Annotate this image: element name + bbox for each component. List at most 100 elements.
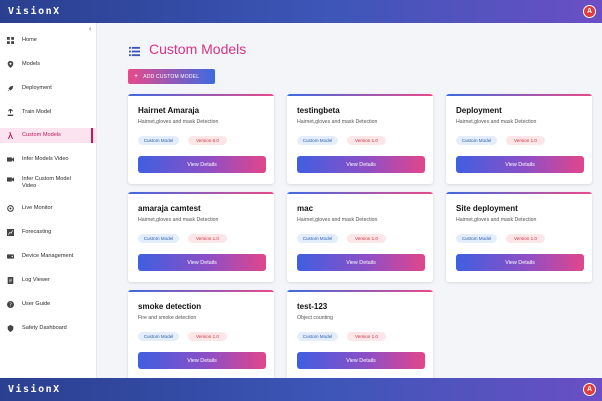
card-title: Site deployment [456, 204, 518, 213]
view-details-button[interactable]: View Details [138, 156, 266, 173]
sidebar-item-label: Live Monitor [22, 205, 53, 211]
sidebar-item-label: Deployment [22, 85, 52, 91]
card-description: Hairnet,gloves and mask Detection [138, 217, 219, 223]
model-type-badge: Custom Model [456, 136, 497, 145]
sidebar-item-label: User Guide [22, 301, 51, 307]
card-title: smoke detection [138, 302, 202, 311]
chart-icon [7, 229, 14, 236]
version-badge: Version 1.0 [347, 136, 386, 145]
view-details-button[interactable]: View Details [297, 254, 425, 271]
sidebar-item-label: Custom Models [22, 132, 61, 138]
version-badge: Version 6.0 [188, 136, 227, 145]
sidebar-item-deployment[interactable]: Deployment [0, 85, 97, 92]
view-details-button[interactable]: View Details [138, 254, 266, 271]
sidebar-item-device-management[interactable]: Device Management [0, 253, 97, 260]
sidebar-item-home[interactable]: Home [0, 37, 97, 44]
card-description: Fire and smoke detection [138, 315, 197, 321]
card-title: testingbeta [297, 106, 340, 115]
sidebar-item-label: Infer Models Video [22, 156, 69, 162]
card-description: Object counting [297, 315, 334, 321]
model-card: test-123 Object counting Custom Model Ve… [287, 290, 433, 378]
model-card: mac Hairnet,gloves and mask Detection Cu… [287, 192, 433, 282]
lambda-icon [7, 132, 14, 139]
plus-icon: + [134, 73, 139, 80]
sidebar-item-user-guide[interactable]: ? User Guide [0, 301, 97, 308]
sidebar-item-label: Forecasting [22, 229, 52, 235]
shield-icon [7, 325, 14, 332]
collapse-chevron-icon[interactable]: ‹ [89, 26, 91, 33]
sidebar-item-infer-models-video[interactable]: Infer Models Video [0, 156, 97, 163]
sidebar-item-infer-custom-model-video[interactable]: Infer Custom Model Video [0, 176, 97, 190]
sidebar-item-safety-dashboard[interactable]: Safety Dashboard [0, 325, 97, 332]
model-card: Deployment Hairnet,gloves and mask Detec… [446, 94, 592, 184]
version-badge: Version 1.0 [347, 234, 386, 243]
sidebar-item-label: Safety Dashboard [22, 325, 67, 331]
page-title: Custom Models [149, 41, 247, 57]
list-icon [129, 44, 140, 56]
view-details-button[interactable]: View Details [456, 156, 584, 173]
add-custom-model-button[interactable]: + ADD CUSTOM MODEL [128, 69, 215, 84]
device-icon [7, 253, 14, 260]
sidebar-item-label: Home [22, 37, 37, 43]
card-title: test-123 [297, 302, 328, 311]
card-description: Hairnet,gloves and mask Detection [297, 217, 378, 223]
card-description: Hairnet,gloves and mask Detection [456, 119, 537, 125]
sidebar-item-train-model[interactable]: Train Model [0, 109, 97, 116]
model-card: testingbeta Hairnet,gloves and mask Dete… [287, 94, 433, 184]
add-custom-model-label: ADD CUSTOM MODEL [143, 73, 200, 80]
bottom-bar: VisionX A [0, 378, 602, 401]
rocket-icon [7, 85, 14, 92]
model-card: smoke detection Fire and smoke detection… [128, 290, 274, 378]
view-details-button[interactable]: View Details [297, 156, 425, 173]
sidebar-item-custom-models[interactable]: Custom Models [0, 128, 97, 143]
video-icon [7, 176, 14, 183]
card-title: Hairnet Amaraja [138, 106, 200, 115]
view-details-button[interactable]: View Details [138, 352, 266, 369]
svg-text:?: ? [9, 303, 12, 308]
card-description: Hairnet,gloves and mask Detection [138, 119, 219, 125]
user-avatar[interactable]: A [583, 5, 596, 18]
grid-icon [7, 37, 14, 44]
sidebar-item-label: Log Viewer [22, 277, 50, 283]
version-badge: Version 1.0 [347, 332, 386, 341]
sidebar-item-label: Infer Custom Model Video [22, 176, 71, 189]
model-card: Site deployment Hairnet,gloves and mask … [446, 192, 592, 282]
user-avatar-footer[interactable]: A [583, 383, 596, 396]
log-icon [7, 277, 14, 284]
video-icon [7, 156, 14, 163]
sidebar-item-forecasting[interactable]: Forecasting [0, 229, 97, 236]
app-brand-footer: VisionX [8, 384, 61, 395]
page-header: Custom Models [129, 41, 246, 57]
version-badge: Version 1.0 [506, 234, 545, 243]
model-card: Hairnet Amaraja Hairnet,gloves and mask … [128, 94, 274, 184]
sidebar-item-models[interactable]: Models [0, 61, 97, 68]
monitor-icon [7, 205, 14, 212]
card-title: Deployment [456, 106, 502, 115]
card-title: amaraja camtest [138, 204, 201, 213]
model-type-badge: Custom Model [456, 234, 497, 243]
train-icon [7, 109, 14, 116]
model-type-badge: Custom Model [297, 136, 338, 145]
main-content: Custom Models + ADD CUSTOM MODEL Hairnet… [97, 23, 602, 378]
help-icon: ? [7, 301, 14, 308]
view-details-button[interactable]: View Details [456, 254, 584, 271]
version-badge: Version 1.0 [188, 332, 227, 341]
model-type-badge: Custom Model [138, 332, 179, 341]
version-badge: Version 1.0 [188, 234, 227, 243]
sidebar-item-log-viewer[interactable]: Log Viewer [0, 277, 97, 284]
model-type-badge: Custom Model [297, 234, 338, 243]
sidebar-item-label: Device Management [22, 253, 74, 259]
model-type-badge: Custom Model [297, 332, 338, 341]
location-icon [7, 61, 14, 68]
card-description: Hairnet,gloves and mask Detection [297, 119, 378, 125]
sidebar-item-live-monitor[interactable]: Live Monitor [0, 205, 97, 212]
version-badge: Version 1.0 [506, 136, 545, 145]
sidebar: ‹ Home Models Deployment Train Model Cus… [0, 23, 97, 378]
view-details-button[interactable]: View Details [297, 352, 425, 369]
app-brand: VisionX [8, 6, 61, 17]
model-card: amaraja camtest Hairnet,gloves and mask … [128, 192, 274, 282]
top-bar: VisionX A [0, 0, 602, 23]
card-description: Hairnet,gloves and mask Detection [456, 217, 537, 223]
sidebar-item-label: Models [22, 61, 41, 67]
card-title: mac [297, 204, 314, 213]
